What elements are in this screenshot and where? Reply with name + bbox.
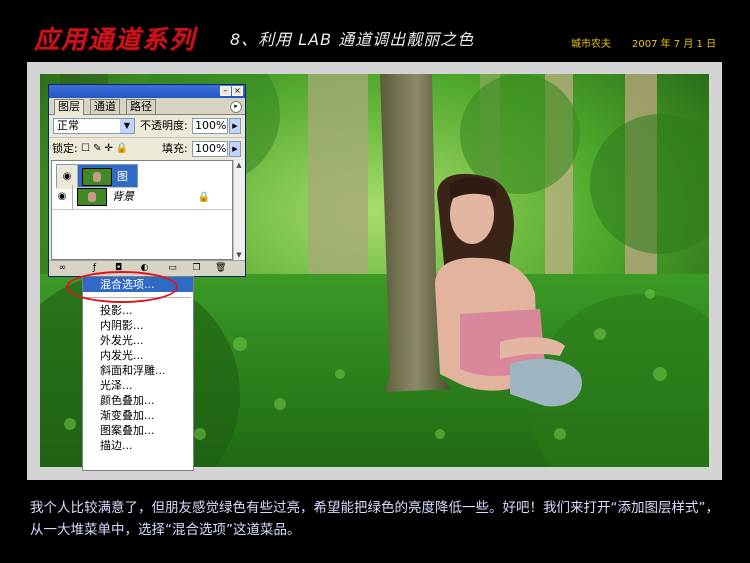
scroll-down-icon[interactable]: ▼ bbox=[234, 250, 244, 260]
layers-panel[interactable]: – × 图层 通道 路径 ▸ 正常 ▼ 不透明度: 100% ▶ 锁定: ☐✎✛… bbox=[48, 84, 246, 277]
lock-icon: 🔒 bbox=[197, 192, 210, 203]
author-name: 城市农夫 bbox=[571, 39, 611, 50]
panel-menu-icon[interactable]: ▸ bbox=[230, 101, 242, 113]
blend-row: 正常 ▼ 不透明度: 100% ▶ bbox=[49, 115, 245, 137]
fill-label: 填充: bbox=[162, 142, 188, 155]
opacity-label: 不透明度: bbox=[140, 119, 188, 132]
eye-icon[interactable]: ◉ bbox=[52, 185, 73, 209]
scroll-up-icon[interactable]: ▲ bbox=[234, 160, 244, 170]
layer-style-menu: 混合选项... 投影... 内阴影... 外发光... 内发光... 斜面和浮雕… bbox=[82, 276, 194, 471]
layer-row-background[interactable]: ◉ 背景 🔒 bbox=[52, 185, 232, 210]
tutorial-caption: 我个人比较满意了，但朋友感觉绿色有些过亮，希望能把绿色的亮度降低一些。好吧！我们… bbox=[30, 500, 719, 538]
layer-list: ◉ 图层 1 ◉ 背景 🔒 bbox=[51, 160, 233, 260]
menu-item-stroke[interactable]: 描边... bbox=[83, 438, 193, 453]
panel-title-bar[interactable]: – × bbox=[49, 85, 245, 98]
layer-thumbnail bbox=[82, 168, 112, 186]
folder-icon[interactable]: ▭ bbox=[167, 263, 178, 274]
opacity-input[interactable]: 100% bbox=[192, 118, 228, 134]
menu-item-color-overlay[interactable]: 颜色叠加... bbox=[83, 393, 193, 408]
fill-arrow-icon[interactable]: ▶ bbox=[229, 141, 241, 157]
lock-row: 锁定: ☐✎✛🔒 填充: 100% ▶ bbox=[49, 137, 245, 160]
layer-name: 背景 bbox=[112, 190, 134, 203]
blend-mode-value: 正常 bbox=[57, 119, 79, 132]
minimize-icon[interactable]: – bbox=[220, 86, 231, 96]
layer-thumbnail bbox=[77, 188, 107, 206]
tutorial-subtitle: 8、利用 LAB 通道调出靓丽之色 bbox=[230, 30, 475, 49]
menu-item-outer-glow[interactable]: 外发光... bbox=[83, 333, 193, 348]
opacity-arrow-icon[interactable]: ▶ bbox=[229, 118, 241, 134]
trash-icon[interactable]: 🗑 bbox=[215, 263, 226, 274]
menu-item-drop-shadow[interactable]: 投影... bbox=[83, 303, 193, 318]
panel-tabs: 图层 通道 路径 ▸ bbox=[49, 98, 245, 115]
link-icon[interactable]: ∞ bbox=[57, 263, 68, 274]
menu-item-gradient-overlay[interactable]: 渐变叠加... bbox=[83, 408, 193, 423]
header: 应用通道系列 8、利用 LAB 通道调出靓丽之色 城市农夫 2007 年 7 月… bbox=[0, 0, 750, 62]
tab-layers[interactable]: 图层 bbox=[54, 99, 84, 115]
fill-input[interactable]: 100% bbox=[192, 141, 228, 157]
tab-paths[interactable]: 路径 bbox=[126, 99, 156, 114]
close-icon[interactable]: × bbox=[232, 86, 243, 96]
menu-item-pattern-overlay[interactable]: 图案叠加... bbox=[83, 423, 193, 438]
tab-channels[interactable]: 通道 bbox=[90, 99, 120, 114]
blend-mode-select[interactable]: 正常 ▼ bbox=[53, 118, 135, 134]
menu-item-inner-shadow[interactable]: 内阴影... bbox=[83, 318, 193, 333]
lock-options-icons[interactable]: ☐✎✛🔒 bbox=[81, 143, 131, 154]
lock-label: 锁定: bbox=[52, 142, 78, 155]
publish-date: 2007 年 7 月 1 日 bbox=[632, 39, 717, 50]
series-title: 应用通道系列 bbox=[34, 25, 197, 54]
layer-list-scrollbar[interactable]: ▲ ▼ bbox=[233, 160, 244, 260]
menu-item-inner-glow[interactable]: 内发光... bbox=[83, 348, 193, 363]
chevron-down-icon[interactable]: ▼ bbox=[120, 119, 134, 133]
menu-item-bevel-emboss[interactable]: 斜面和浮雕... bbox=[83, 363, 193, 378]
new-layer-icon[interactable]: ❐ bbox=[191, 263, 202, 274]
menu-item-satin[interactable]: 光泽... bbox=[83, 378, 193, 393]
highlight-ring bbox=[66, 271, 178, 303]
